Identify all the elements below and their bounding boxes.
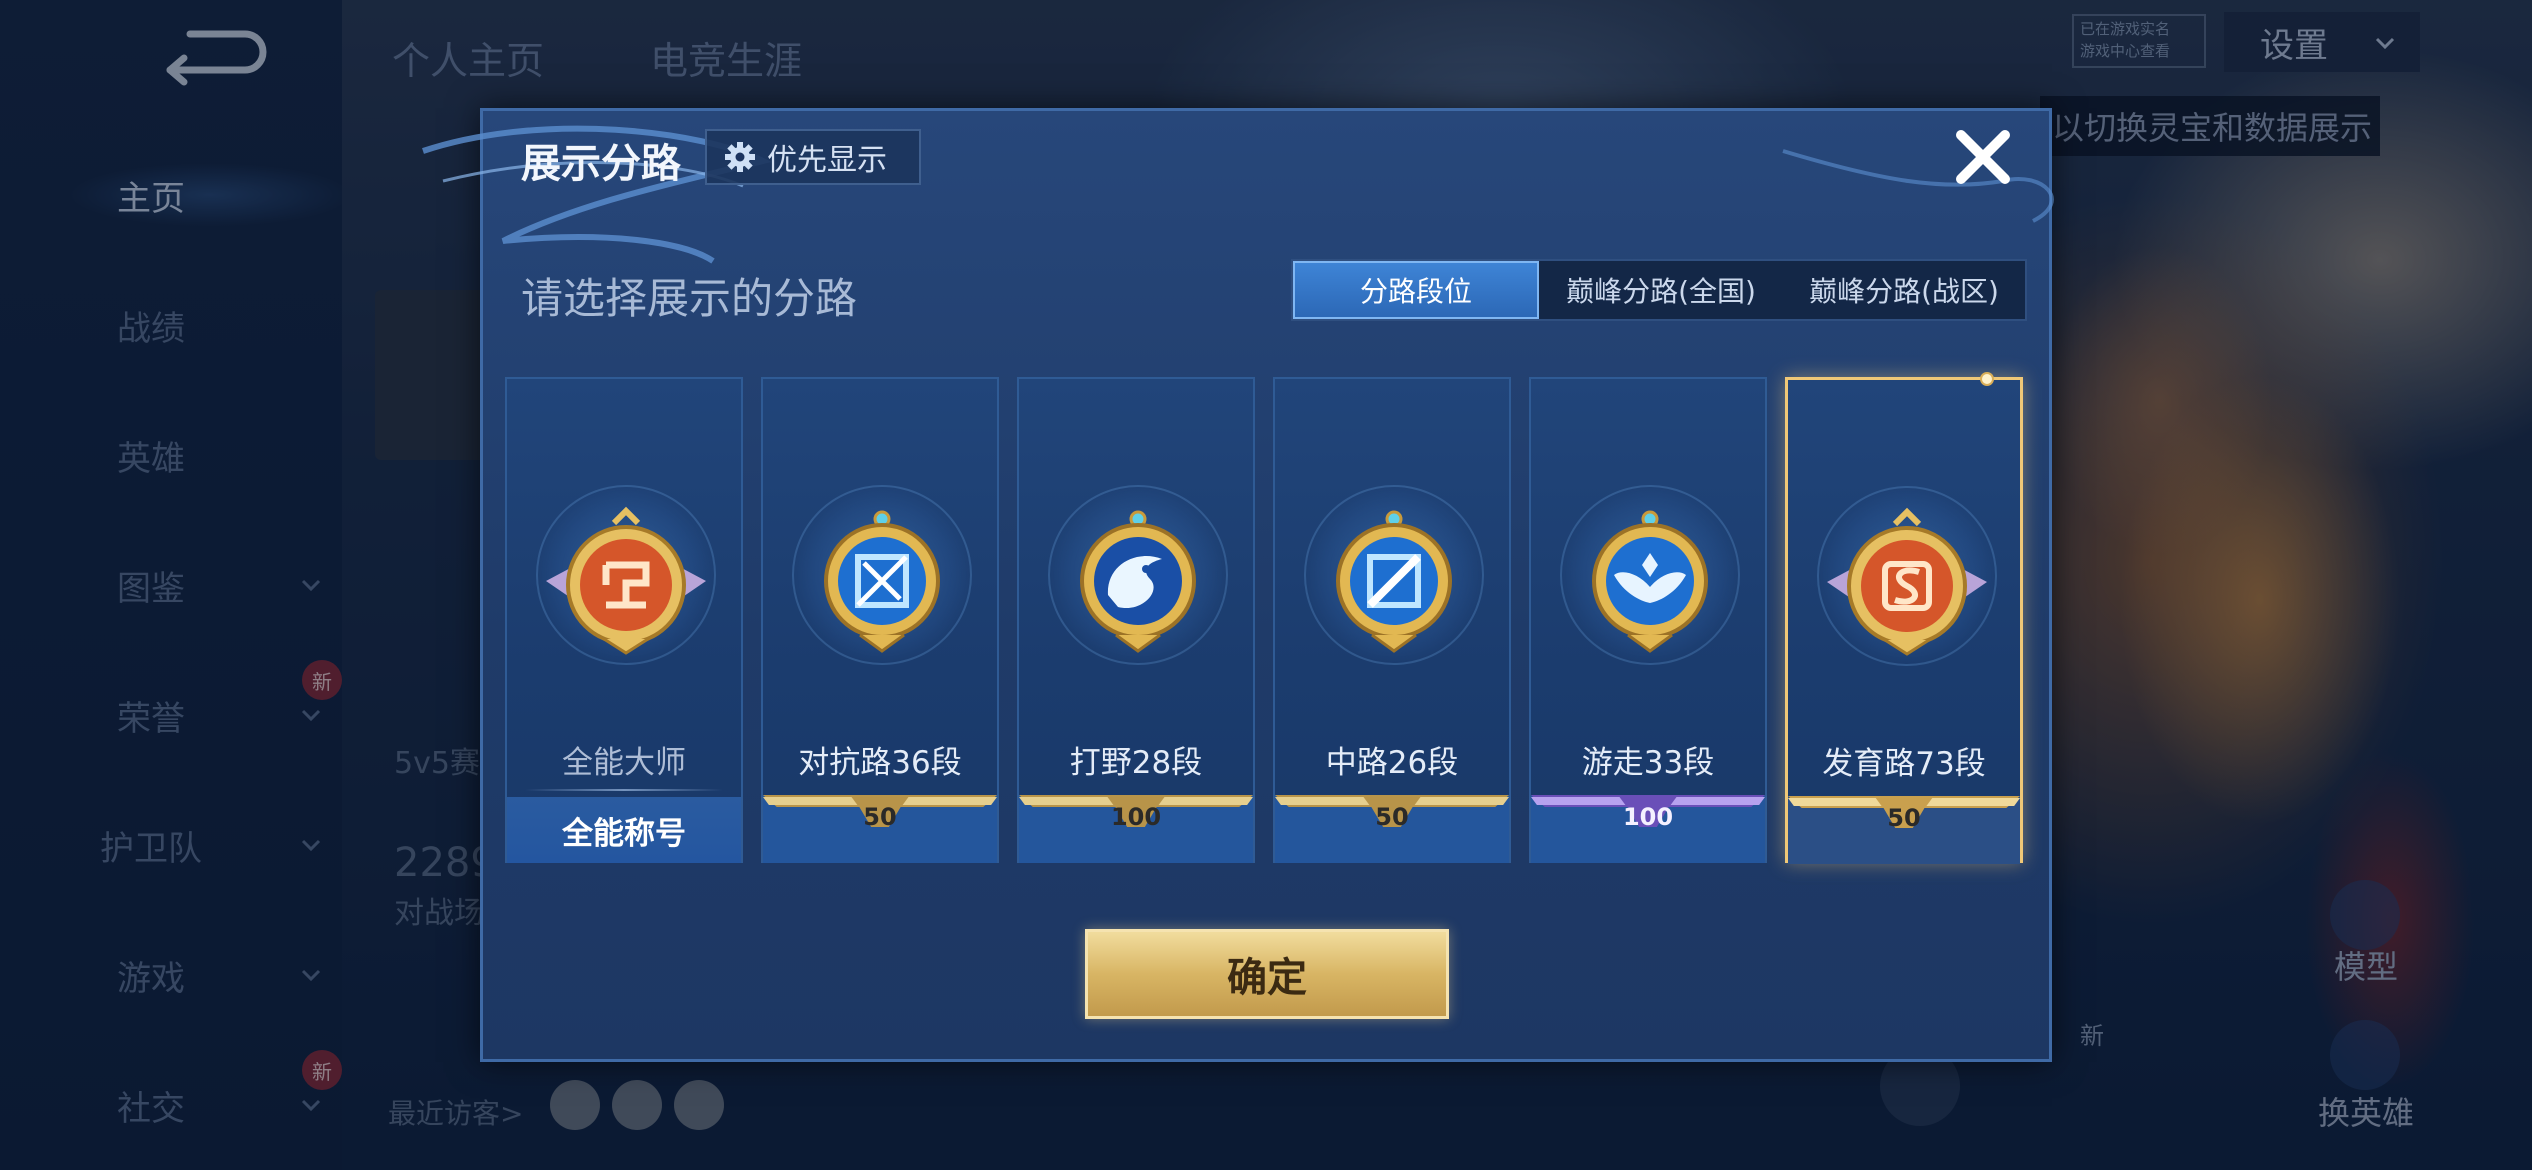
lane-name: 全能大师 xyxy=(562,745,686,781)
star-count: 50 xyxy=(863,803,897,831)
tab-lane-rank[interactable]: 分路段位 xyxy=(1293,261,1539,319)
tab-peak-lane-region[interactable]: 巅峰分路(战区) xyxy=(1783,261,2025,319)
priority-display-button[interactable]: 优先显示 xyxy=(705,129,921,185)
lane-display-dialog: 展示分路 优先显示 请选择展示的分路 分路段位 巅峰分路(全国) 巅峰分路(战区… xyxy=(422,108,2054,1062)
dialog-title: 展示分路 xyxy=(521,141,681,187)
all-round-title-label: 全能称号 xyxy=(507,797,741,863)
confirm-button[interactable]: 确定 xyxy=(1085,929,1449,1019)
lane-card-jungle[interactable]: 打野28段 100 xyxy=(1017,377,1255,863)
lane-card-all-round-master[interactable]: 全能大师 全能称号 xyxy=(505,377,743,863)
lane-name: 打野28段 xyxy=(1069,745,1203,781)
star-count: 50 xyxy=(1375,803,1409,831)
divider xyxy=(525,789,723,791)
roam-emblem-icon xyxy=(1592,510,1708,653)
jungle-emblem-icon xyxy=(1080,510,1196,653)
lane-card-list: 全能大师 全能称号 对抗路36段 50 打野28段 100 中路26段 50 游… xyxy=(505,372,2035,867)
star-count: 100 xyxy=(1622,803,1674,831)
selection-corner-dot xyxy=(1980,372,1994,386)
lane-card-clash-lane[interactable]: 对抗路36段 50 xyxy=(761,377,999,863)
lane-name: 对抗路36段 xyxy=(798,745,962,781)
gear-icon xyxy=(725,142,755,172)
lane-name: 游走33段 xyxy=(1581,745,1715,781)
lane-card-farm-lane[interactable]: 发育路73段 50 xyxy=(1785,372,2023,864)
all-round-master-emblem-icon xyxy=(546,506,706,655)
lane-name: 发育路73段 xyxy=(1822,746,1986,782)
farm-lane-emblem-icon xyxy=(1827,507,1987,656)
tab-peak-lane-national[interactable]: 巅峰分路(全国) xyxy=(1539,261,1783,319)
priority-display-label: 优先显示 xyxy=(767,143,887,178)
lane-name: 中路26段 xyxy=(1325,745,1459,781)
clash-lane-emblem-icon xyxy=(824,510,940,653)
dialog-subtitle: 请选择展示的分路 xyxy=(521,274,858,323)
lane-card-mid[interactable]: 中路26段 50 xyxy=(1273,377,1511,863)
star-count: 50 xyxy=(1887,804,1921,832)
lane-card-roam[interactable]: 游走33段 100 xyxy=(1529,377,1767,863)
star-count: 100 xyxy=(1110,803,1162,831)
mid-lane-emblem-icon xyxy=(1336,510,1452,653)
lane-mode-tabs: 分路段位 巅峰分路(全国) 巅峰分路(战区) xyxy=(1291,259,2027,321)
close-icon[interactable] xyxy=(1951,125,2015,189)
